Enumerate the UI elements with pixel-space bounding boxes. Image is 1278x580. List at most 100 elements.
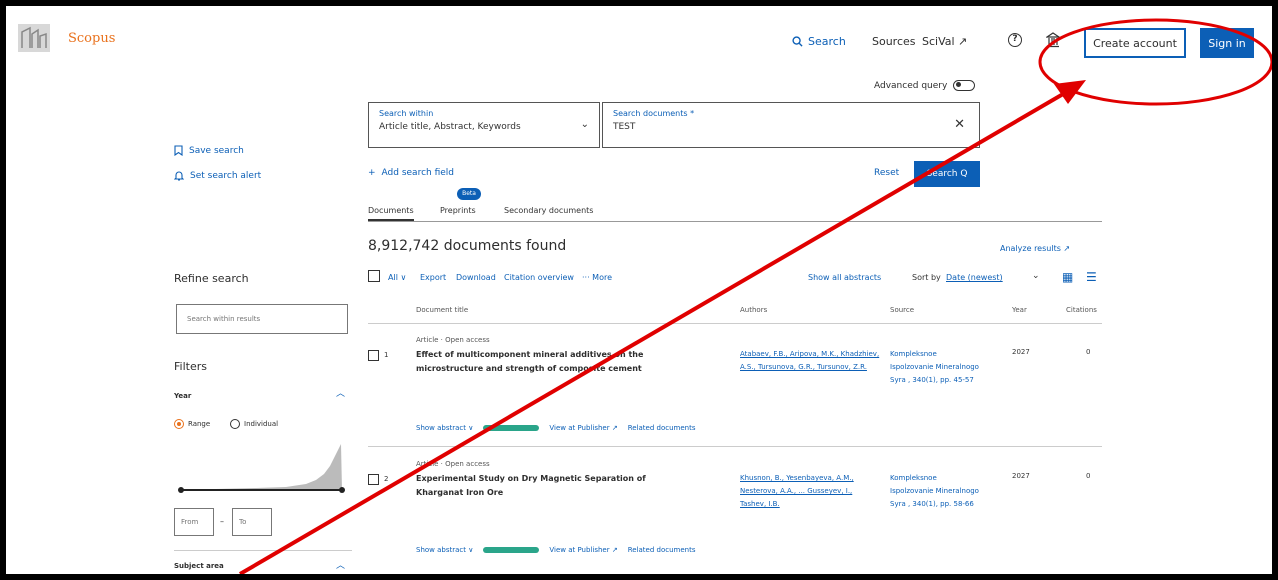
institution-icon[interactable] — [1046, 32, 1060, 48]
year-histogram[interactable] — [176, 440, 346, 500]
search-within-value: Article title, Abstract, Keywords — [379, 122, 521, 132]
full-text-link-icon[interactable] — [483, 547, 540, 553]
radio-icon[interactable] — [230, 419, 240, 429]
nav-scival-link[interactable]: SciVal ↗ — [922, 35, 967, 48]
document-type: Article · Open access — [416, 336, 490, 344]
individual-radio[interactable]: Individual — [230, 419, 278, 429]
results-toolbar: All ∨ Export Download Citation overview … — [368, 270, 1102, 286]
analyze-results-link[interactable]: Analyze results ↗ — [1000, 244, 1070, 253]
column-year[interactable]: Year — [1012, 306, 1027, 314]
tab-documents[interactable]: Documents — [368, 206, 414, 221]
row-number: 1 — [384, 351, 389, 359]
search-within-select[interactable]: Search within Article title, Abstract, K… — [368, 102, 600, 148]
chevron-down-icon[interactable]: ⌄ — [1032, 271, 1040, 281]
show-abstract-link[interactable]: Show abstract ∨ — [416, 424, 473, 432]
document-citations: 0 — [1086, 472, 1091, 480]
download-button[interactable]: Download — [456, 273, 496, 282]
document-year: 2027 — [1012, 472, 1030, 480]
reset-button[interactable]: Reset — [874, 168, 899, 178]
row-checkbox[interactable] — [368, 350, 379, 361]
document-source[interactable]: Kompleksnoe Ispolzovanie Mineralnogo Syr… — [890, 348, 980, 387]
chevron-down-icon[interactable]: ⌄ — [581, 119, 589, 130]
row-checkbox[interactable] — [368, 474, 379, 485]
search-documents-label: Search documents * — [613, 109, 695, 118]
set-alert-label: Set search alert — [190, 170, 262, 181]
show-all-abstracts-link[interactable]: Show all abstracts — [808, 273, 881, 282]
search-within-results-input[interactable] — [176, 304, 348, 334]
export-button[interactable]: Export — [420, 273, 446, 282]
show-abstract-link[interactable]: Show abstract ∨ — [416, 546, 473, 554]
advanced-query-label: Advanced query — [874, 80, 948, 91]
result-tabs: Documents Preprints Beta Secondary docum… — [368, 188, 1102, 222]
range-dash: – — [220, 517, 224, 526]
year-filter-label: Year — [174, 392, 192, 400]
nav-search-link[interactable]: Search — [792, 35, 846, 48]
document-title[interactable]: Experimental Study on Dry Magnetic Separ… — [416, 472, 678, 500]
year-to-input[interactable] — [232, 508, 272, 536]
clear-icon[interactable]: ✕ — [954, 117, 965, 132]
view-at-publisher-link[interactable]: View at Publisher ↗ — [549, 424, 617, 432]
chevron-up-icon[interactable]: ︿ — [336, 558, 345, 571]
document-source[interactable]: Kompleksnoe Ispolzovanie Mineralnogo Syr… — [890, 472, 980, 511]
document-type: Article · Open access — [416, 460, 490, 468]
row-number: 2 — [384, 475, 389, 483]
filters-title: Filters — [174, 360, 207, 373]
column-source[interactable]: Source — [890, 306, 914, 314]
select-all-dropdown[interactable]: All ∨ — [388, 273, 406, 282]
column-authors[interactable]: Authors — [740, 306, 767, 314]
document-citations: 0 — [1086, 348, 1091, 356]
result-count: 8,912,742 documents found — [368, 238, 567, 254]
select-all-checkbox[interactable] — [368, 270, 380, 282]
range-handle-end[interactable] — [339, 487, 345, 493]
year-from-input[interactable] — [174, 508, 214, 536]
nav-search-label: Search — [808, 35, 846, 48]
add-search-field-link[interactable]: + Add search field — [368, 168, 454, 178]
row-actions: Show abstract ∨ View at Publisher ↗ Rela… — [416, 424, 695, 432]
plus-icon: + — [368, 168, 376, 178]
range-radio[interactable]: Range — [174, 419, 210, 429]
page-frame: Scopus Search Sources SciVal ↗ ? Create … — [6, 6, 1272, 574]
help-icon[interactable]: ? — [1008, 33, 1022, 47]
individual-label: Individual — [244, 420, 279, 428]
sort-by-label: Sort by — [912, 273, 941, 282]
document-authors[interactable]: Khusnon, B., Yesenbayeva, A.M., Nesterov… — [740, 472, 880, 511]
chevron-up-icon[interactable]: ︿ — [336, 386, 345, 399]
arrow-head-icon — [1054, 80, 1086, 104]
citation-overview-button[interactable]: Citation overview — [504, 273, 574, 282]
column-citations[interactable]: Citations — [1066, 306, 1097, 314]
sort-select[interactable]: Date (newest) — [946, 273, 1003, 282]
grid-view-icon[interactable]: ▦ — [1062, 270, 1073, 284]
toggle-switch-icon[interactable] — [953, 80, 976, 91]
add-search-field-label: Add search field — [381, 168, 455, 178]
brand-name[interactable]: Scopus — [68, 31, 115, 46]
radio-selected-icon[interactable] — [174, 419, 184, 429]
table-row: Article · Open access 2 Experimental Stu… — [368, 448, 1102, 568]
range-handle-start[interactable] — [178, 487, 184, 493]
column-title[interactable]: Document title — [416, 306, 468, 314]
related-documents-link[interactable]: Related documents — [628, 546, 696, 554]
search-within-label: Search within — [379, 109, 434, 118]
tab-secondary-documents[interactable]: Secondary documents — [504, 206, 593, 215]
document-authors[interactable]: Atabaev, F.B., Aripova, M.K., Khadzhiev,… — [740, 348, 880, 374]
full-text-link-icon[interactable] — [483, 425, 540, 431]
view-at-publisher-link[interactable]: View at Publisher ↗ — [549, 546, 617, 554]
document-title[interactable]: Effect of multicomponent mineral additiv… — [416, 348, 678, 376]
tab-preprints[interactable]: Preprints — [440, 206, 476, 215]
search-documents-field[interactable]: Search documents * TEST ✕ — [602, 102, 980, 148]
sign-in-button[interactable]: Sign in — [1200, 28, 1254, 58]
beta-badge: Beta — [457, 188, 481, 200]
search-documents-value[interactable]: TEST — [613, 122, 969, 132]
scopus-logo-icon[interactable] — [16, 22, 52, 54]
related-documents-link[interactable]: Related documents — [628, 424, 696, 432]
bell-icon — [174, 171, 184, 181]
list-view-icon[interactable]: ☰ — [1086, 270, 1097, 284]
save-search-link[interactable]: Save search — [174, 145, 244, 156]
advanced-query-toggle[interactable]: Advanced query — [874, 80, 976, 91]
create-account-button[interactable]: Create account — [1084, 28, 1186, 58]
set-search-alert-link[interactable]: Set search alert — [174, 170, 261, 181]
search-button[interactable]: Search Q — [914, 161, 980, 187]
nav-sources-link[interactable]: Sources — [872, 35, 916, 48]
subject-area-label: Subject area — [174, 562, 224, 570]
bookmark-icon — [174, 145, 183, 156]
more-button[interactable]: ··· More — [582, 273, 612, 282]
